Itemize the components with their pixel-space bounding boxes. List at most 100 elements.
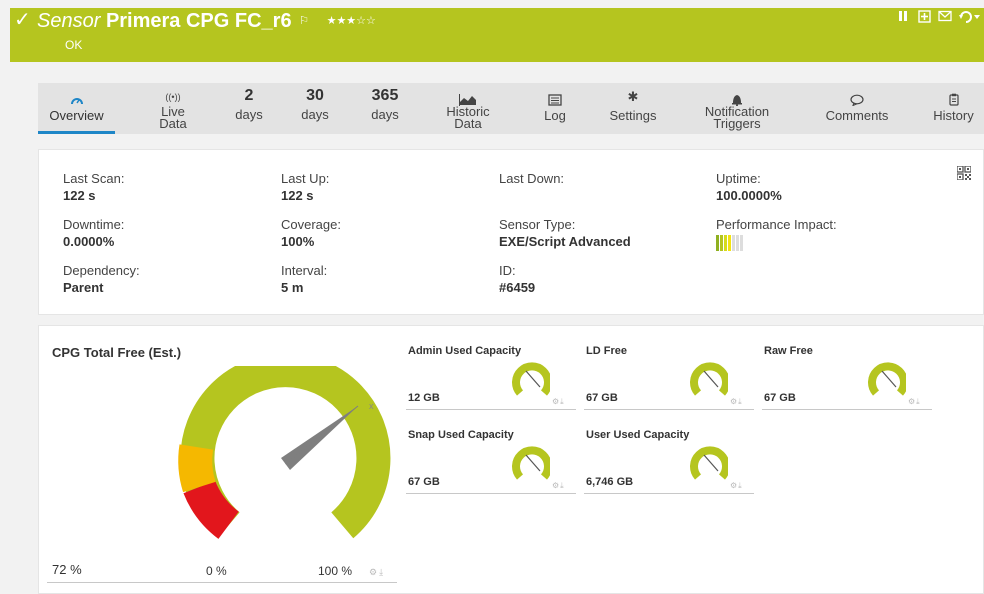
- tab-30-days[interactable]: 30 days: [293, 83, 337, 134]
- tab-label: Overview: [49, 108, 104, 123]
- downtime-value: 0.0000%: [63, 234, 115, 249]
- coverage-value: 100%: [281, 234, 315, 249]
- mini-gauge: [690, 362, 728, 396]
- divider: [762, 409, 932, 410]
- header-tools: [898, 10, 980, 24]
- channel-title: Snap Used Capacity: [408, 429, 514, 441]
- gauge-icon: [38, 83, 115, 106]
- last-scan-value: 122 s: [63, 188, 96, 203]
- tab-label: Comments: [825, 108, 889, 123]
- refresh-icon[interactable]: [958, 10, 980, 24]
- dependency: Dependency: Parent: [63, 262, 140, 296]
- status-text: OK: [65, 38, 83, 52]
- channel-value: 67 GB: [408, 476, 440, 488]
- sensor-tabs: Overview ((•)) Live Data 2 days 30 days …: [38, 83, 984, 134]
- divider: [47, 582, 397, 583]
- sensor-kind: Sensor: [37, 10, 101, 32]
- tab-label: Data: [159, 116, 187, 131]
- channel-admin-used-capacity[interactable]: Admin Used Capacity 12 GB ⚙⤓: [406, 345, 576, 411]
- tab-number: 2: [244, 87, 254, 104]
- last-up-value: 122 s: [281, 188, 314, 203]
- channel-tools[interactable]: ⚙⤓: [552, 481, 565, 491]
- channel-value: 67 GB: [586, 392, 618, 404]
- channel-tools[interactable]: ⚙⤓: [730, 397, 743, 407]
- interval-value: 5 m: [281, 280, 304, 295]
- live-icon: ((•)): [165, 92, 181, 102]
- gauge-min-label: 0 %: [206, 564, 227, 578]
- flag-icon[interactable]: ⚐: [299, 15, 309, 27]
- tab-label: Triggers: [713, 116, 761, 131]
- primary-channel-title: CPG Total Free (Est.): [52, 345, 182, 360]
- mini-gauge: [512, 362, 550, 396]
- channel-title: Admin Used Capacity: [408, 345, 522, 357]
- channel-tools[interactable]: ⚙⤓: [730, 481, 743, 491]
- channel-title: Raw Free: [764, 345, 813, 357]
- tab-2-days[interactable]: 2 days: [227, 83, 271, 134]
- channel-snap-used-capacity[interactable]: Snap Used Capacity 67 GB ⚙⤓: [406, 429, 576, 495]
- mini-gauge: [512, 446, 550, 480]
- priority-stars[interactable]: ★★★☆☆: [327, 15, 376, 27]
- dependency-value[interactable]: Parent: [63, 279, 140, 296]
- comment-icon: [815, 83, 899, 106]
- needle-marker: x: [369, 401, 374, 411]
- channel-value: 12 GB: [408, 392, 440, 404]
- sensor-id: ID: #6459: [499, 262, 535, 296]
- history-icon: [923, 83, 984, 106]
- dependency-label: Dependency:: [63, 263, 140, 278]
- channel-raw-free[interactable]: Raw Free 67 GB ⚙⤓: [762, 345, 932, 411]
- tab-label: days: [301, 107, 329, 122]
- tab-notification-triggers[interactable]: Notification Triggers: [691, 83, 783, 134]
- mini-gauge: [690, 446, 728, 480]
- tab-label: Settings: [609, 108, 657, 123]
- gauge-max-label: 100 %: [318, 564, 353, 578]
- performance-impact: Performance Impact:: [716, 216, 837, 251]
- sensor-type-value: EXE/Script Advanced: [499, 234, 631, 249]
- channel-user-used-capacity[interactable]: User Used Capacity 6,746 GB ⚙⤓: [584, 429, 754, 495]
- sensor-title: Sensor Primera CPG FC_r6 ⚐ ★★★☆☆: [37, 9, 376, 33]
- channels-panel: CPG Total Free (Est.) x 0 % 100 % 72 % ⚙…: [38, 325, 984, 594]
- channel-title: User Used Capacity: [586, 429, 690, 441]
- tab-historic-data[interactable]: Historic Data: [434, 83, 502, 134]
- last-down-label: Last Down:: [499, 171, 565, 186]
- uptime-value: 100.0000%: [716, 188, 782, 203]
- divider: [584, 493, 754, 494]
- tab-label: History: [933, 108, 974, 123]
- channel-tools[interactable]: ⚙⤓: [908, 397, 921, 407]
- channel-ld-free[interactable]: LD Free 67 GB ⚙⤓: [584, 345, 754, 411]
- log-icon: [531, 83, 579, 106]
- last-scan-label: Last Scan:: [63, 171, 125, 186]
- coverage-label: Coverage:: [281, 217, 341, 232]
- tab-settings[interactable]: ✱ Settings: [598, 83, 668, 134]
- uptime-label: Uptime:: [716, 171, 761, 186]
- tab-number: 30: [306, 87, 324, 104]
- sensor-header: ✓ Sensor Primera CPG FC_r6 ⚐ ★★★☆☆ OK: [10, 8, 984, 62]
- coverage: Coverage: 100%: [281, 216, 341, 250]
- qr-code-icon[interactable]: [956, 165, 972, 185]
- check-icon: ✓: [14, 9, 31, 31]
- pause-icon[interactable]: [898, 10, 912, 24]
- tab-log[interactable]: Log: [531, 83, 579, 134]
- tab-comments[interactable]: Comments: [815, 83, 899, 134]
- divider: [406, 409, 576, 410]
- tab-live-data[interactable]: ((•)) Live Data: [151, 83, 195, 134]
- channel-tools[interactable]: ⚙⤓: [369, 567, 385, 578]
- uptime: Uptime: 100.0000%: [716, 170, 782, 204]
- email-icon[interactable]: [938, 10, 952, 24]
- channel-tools[interactable]: ⚙⤓: [552, 397, 565, 407]
- sensor-type-label: Sensor Type:: [499, 217, 576, 232]
- channel-value: 6,746 GB: [586, 476, 634, 488]
- tab-365-days[interactable]: 365 days: [363, 83, 407, 134]
- sensor-info-panel: Last Scan: 122 s Last Up: 122 s Last Dow…: [38, 149, 984, 315]
- divider: [584, 409, 754, 410]
- performance-impact-label: Performance Impact:: [716, 217, 837, 232]
- tab-history[interactable]: History: [923, 83, 984, 134]
- last-up-label: Last Up:: [281, 171, 330, 186]
- gauge-yellow-zone: [178, 444, 216, 493]
- add-report-icon[interactable]: [918, 10, 932, 24]
- tab-overview[interactable]: Overview: [38, 83, 115, 134]
- sensor-type: Sensor Type: EXE/Script Advanced: [499, 216, 631, 250]
- tab-label: days: [371, 107, 399, 122]
- primary-channel-gauge: x: [178, 366, 391, 539]
- mini-gauge: [868, 362, 906, 396]
- sensor-name: Primera CPG FC_r6: [105, 10, 292, 32]
